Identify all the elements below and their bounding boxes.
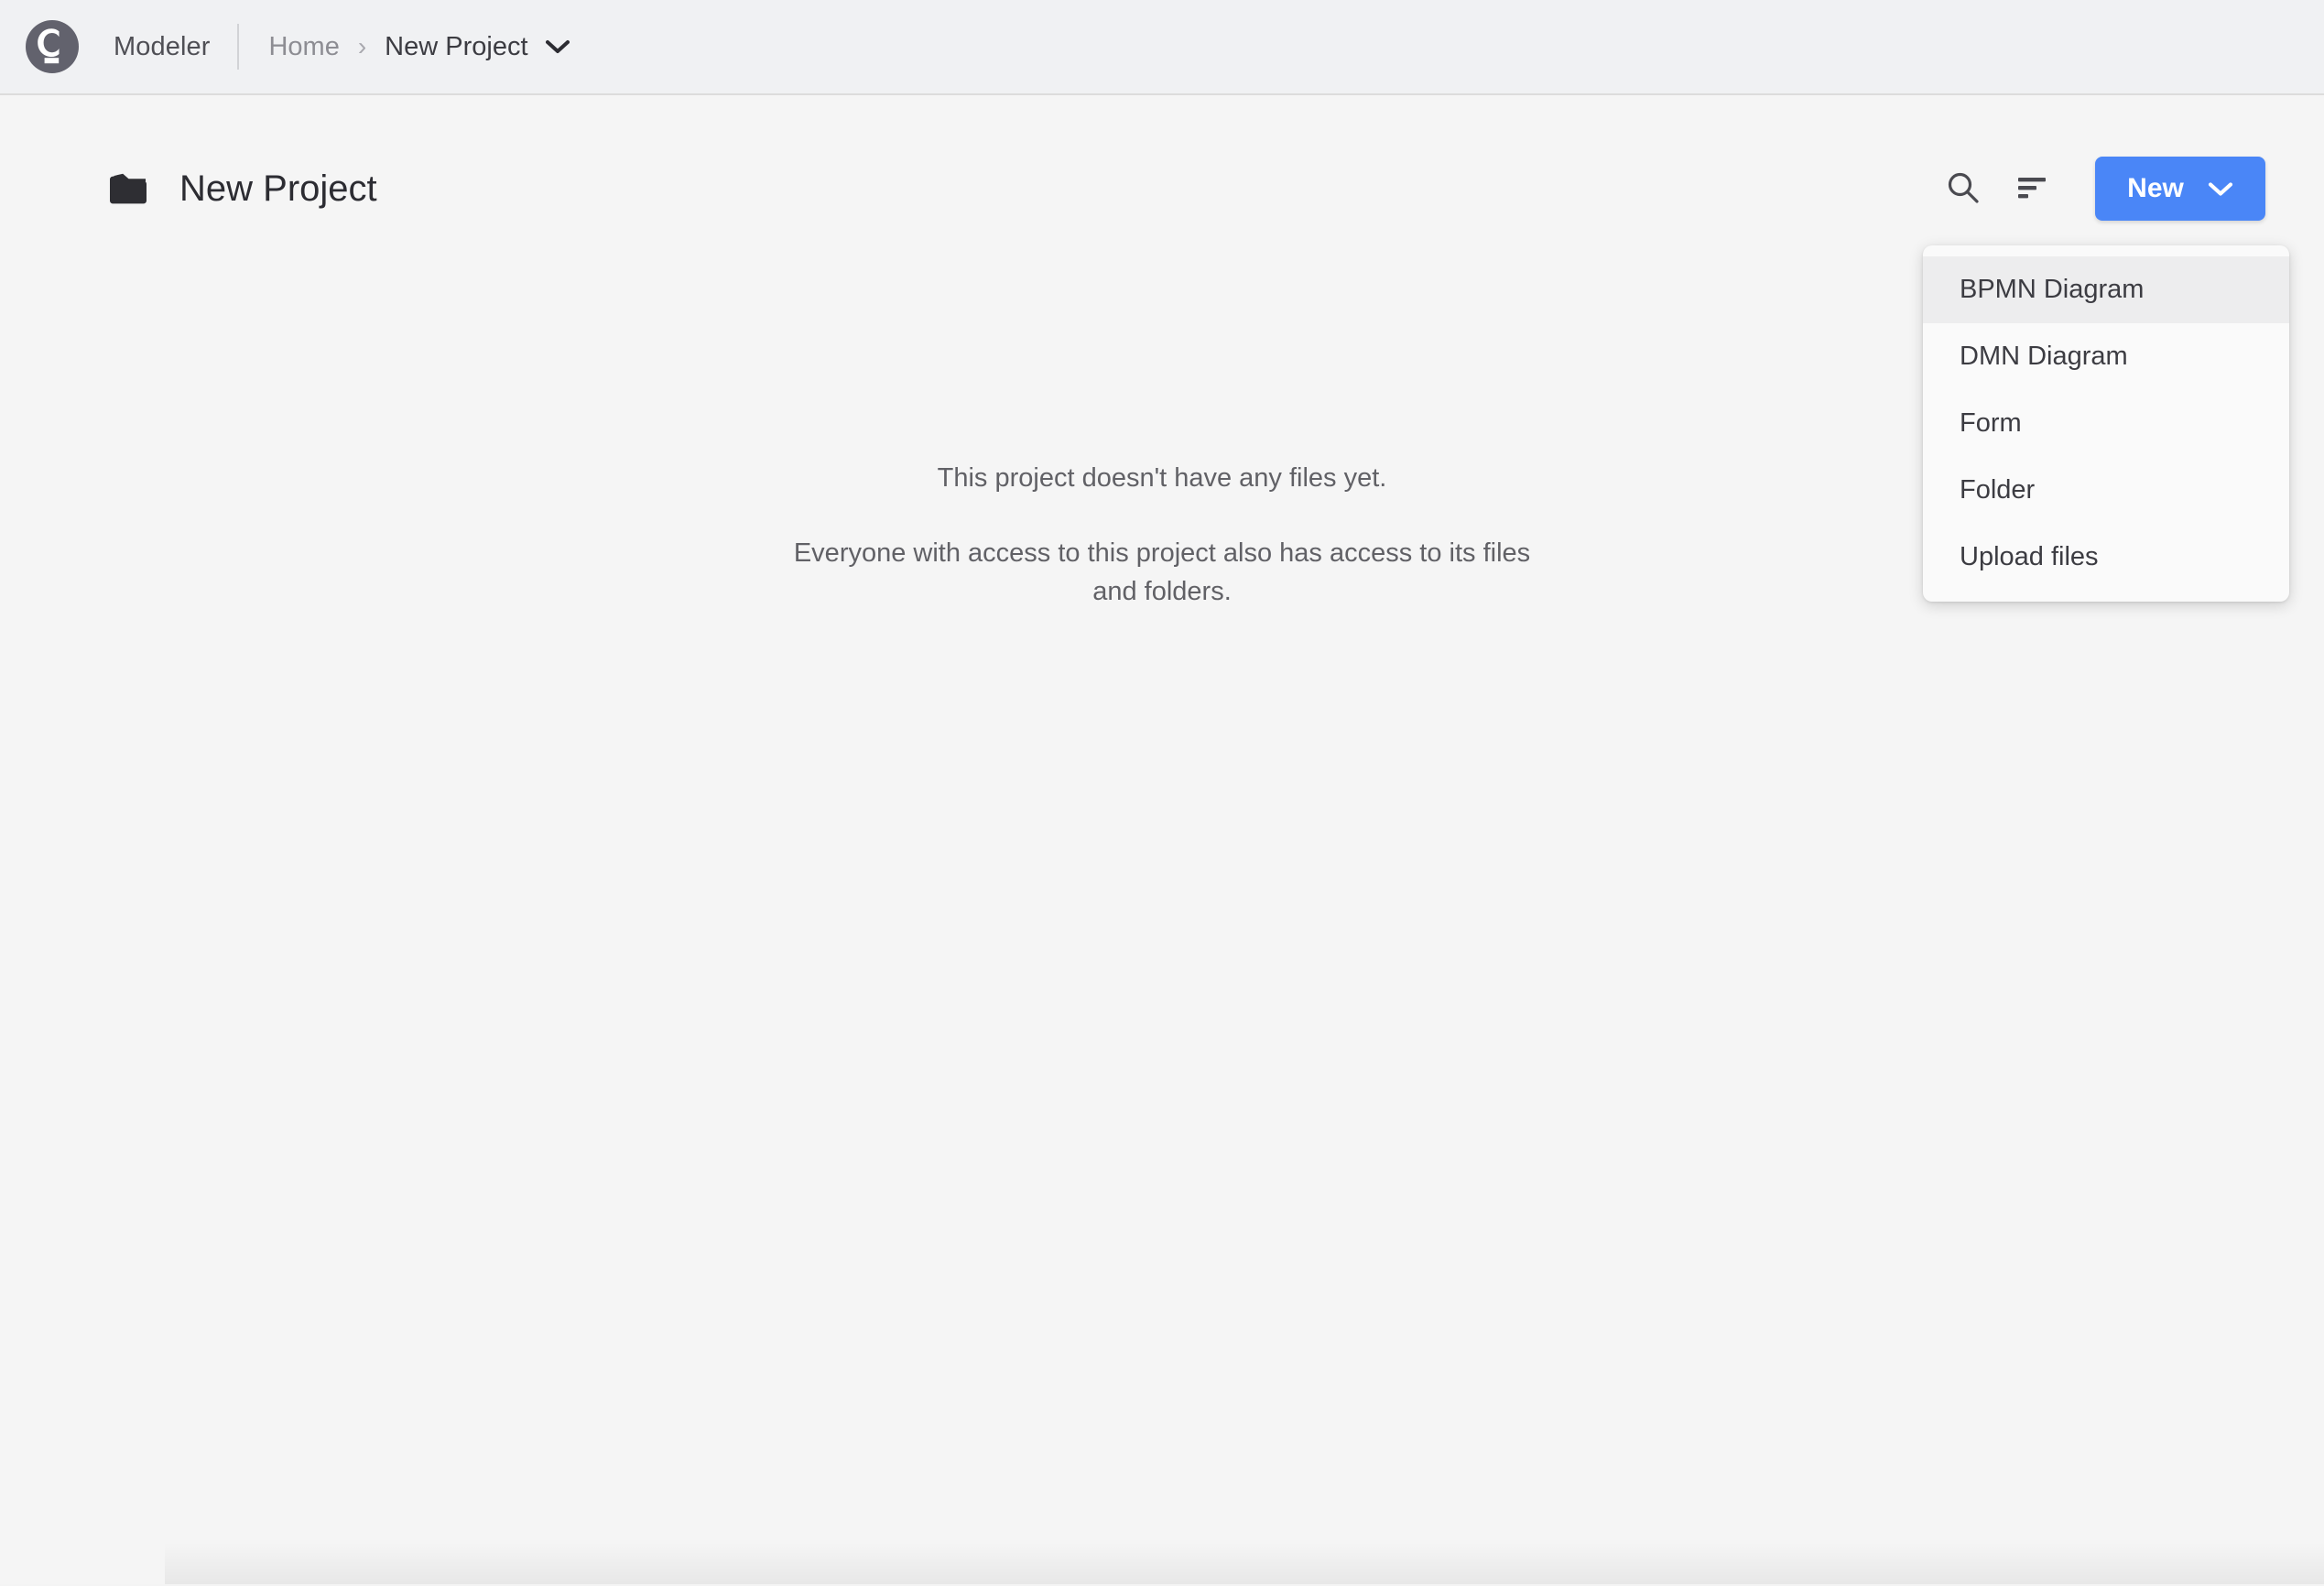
menu-item-label: Form xyxy=(1960,408,2022,438)
folder-icon xyxy=(108,171,148,206)
new-button-chevron-down-icon xyxy=(2208,173,2233,204)
search-icon xyxy=(1946,170,1981,208)
new-dropdown-menu: BPMN Diagram DMN Diagram Form Folder Upl… xyxy=(1923,245,2289,602)
sort-icon xyxy=(2016,174,2049,204)
camunda-logo-icon[interactable] xyxy=(26,20,79,73)
menu-item-folder[interactable]: Folder xyxy=(1923,457,2289,524)
breadcrumb: Home › New Project xyxy=(268,32,570,62)
brand-name[interactable]: Modeler xyxy=(114,32,210,62)
menu-item-bpmn-diagram[interactable]: BPMN Diagram xyxy=(1923,256,2289,323)
bottom-shadow xyxy=(165,1542,2324,1584)
sort-button[interactable] xyxy=(1998,154,2068,223)
menu-item-dmn-diagram[interactable]: DMN Diagram xyxy=(1923,323,2289,390)
topbar-divider xyxy=(237,24,240,70)
menu-item-form[interactable]: Form xyxy=(1923,390,2289,457)
menu-item-label: Upload files xyxy=(1960,542,2099,571)
empty-state-primary-text: This project doesn't have any files yet. xyxy=(937,463,1387,493)
menu-item-upload-files[interactable]: Upload files xyxy=(1923,524,2289,591)
breadcrumb-item-home[interactable]: Home xyxy=(268,32,339,62)
page-header: New Project New xyxy=(0,95,2324,223)
breadcrumb-item-current[interactable]: New Project xyxy=(385,32,527,62)
new-button-label: New xyxy=(2127,173,2184,203)
empty-state-secondary-text: Everyone with access to this project als… xyxy=(793,538,1531,607)
menu-item-label: Folder xyxy=(1960,475,2036,505)
main-content: New Project New BPMN Diagram DMN Diagram… xyxy=(0,95,2324,1584)
breadcrumb-chevron-down-icon[interactable] xyxy=(545,39,570,54)
page-title: New Project xyxy=(179,168,377,209)
search-button[interactable] xyxy=(1928,154,1998,223)
breadcrumb-separator-icon: › xyxy=(357,32,367,60)
menu-item-label: BPMN Diagram xyxy=(1960,275,2145,304)
menu-item-label: DMN Diagram xyxy=(1960,342,2128,371)
top-bar: Modeler Home › New Project xyxy=(0,0,2324,95)
new-button[interactable]: New xyxy=(2095,157,2265,221)
page-header-actions: New xyxy=(1928,154,2265,223)
